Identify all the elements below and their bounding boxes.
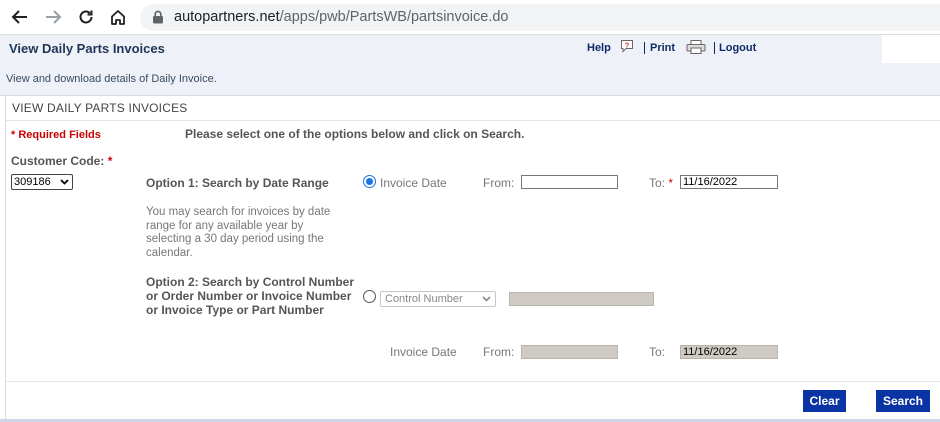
back-button[interactable]	[9, 6, 31, 28]
back-arrow-icon	[11, 10, 27, 24]
customer-code-select[interactable]: 309186	[11, 174, 73, 190]
logout-link[interactable]: Logout	[719, 42, 756, 54]
help-link[interactable]: Help	[587, 42, 611, 54]
help-icon[interactable]: ?	[620, 39, 634, 53]
option1-from-date-input[interactable]	[521, 175, 618, 189]
panel-heading: VIEW DAILY PARTS INVOICES	[6, 96, 940, 121]
search-instruction: Please select one of the options below a…	[185, 127, 525, 141]
page-header: View Daily Parts Invoices Help ? Print L…	[0, 35, 940, 63]
home-icon	[111, 10, 125, 25]
option1-from-label: From:	[483, 176, 515, 190]
link-separator	[644, 42, 645, 54]
printer-icon[interactable]	[686, 40, 706, 54]
option2-from-date-input[interactable]	[521, 345, 618, 359]
svg-text:?: ?	[625, 41, 630, 50]
url-path: /apps/pwb/PartsWB/partsinvoice.do	[279, 9, 509, 25]
browser-toolbar: autopartners.net/apps/pwb/PartsWB/partsi…	[0, 0, 940, 35]
divider	[5, 381, 940, 382]
description-band: View and download details of Daily Invoi…	[0, 63, 940, 96]
reload-icon	[79, 10, 93, 24]
option2-from-label: From:	[483, 345, 515, 359]
address-bar[interactable]: autopartners.net/apps/pwb/PartsWB/partsi…	[140, 4, 940, 31]
search-type-value: Control Number	[385, 293, 463, 305]
option2-invoice-date-label: Invoice Date	[390, 345, 457, 359]
option1-to-label: To: *	[649, 176, 673, 190]
required-mark: *	[668, 176, 674, 190]
page-title: View Daily Parts Invoices	[9, 41, 165, 56]
search-button[interactable]: Search	[876, 390, 930, 412]
lock-icon	[153, 10, 163, 24]
option1-title: Option 1: Search by Date Range	[146, 176, 329, 190]
customer-code-value: 309186	[14, 176, 51, 188]
url-text: autopartners.net/apps/pwb/PartsWB/partsi…	[174, 9, 509, 25]
home-button[interactable]	[107, 6, 129, 28]
page-description: View and download details of Daily Invoi…	[6, 73, 217, 85]
option1-to-label-text: To:	[649, 176, 666, 190]
option1-to-date-input[interactable]: 11/16/2022	[680, 175, 778, 189]
reload-button[interactable]	[75, 6, 97, 28]
search-value-input[interactable]	[509, 292, 654, 306]
option1-invoice-date-label: Invoice Date	[380, 176, 447, 190]
forward-arrow-icon	[46, 10, 62, 24]
header-gap	[882, 35, 940, 63]
forward-button[interactable]	[42, 6, 64, 28]
search-type-select[interactable]: Control Number	[380, 291, 496, 307]
chevron-down-icon	[60, 179, 69, 185]
url-host: autopartners.net	[174, 9, 280, 25]
clear-button[interactable]: Clear	[803, 390, 846, 412]
panel-heading-text: VIEW DAILY PARTS INVOICES	[12, 101, 188, 115]
option2-title: Option 2: Search by Control Number or Or…	[146, 275, 355, 317]
print-link[interactable]: Print	[650, 42, 675, 54]
option2-to-date-input[interactable]: 11/16/2022	[680, 345, 778, 359]
required-fields-note: * Required Fields	[11, 129, 101, 141]
option1-help-text: You may search for invoices by date rang…	[146, 206, 331, 259]
customer-code-label: Customer Code: *	[11, 154, 112, 168]
option1-radio[interactable]	[363, 175, 376, 188]
link-separator	[714, 42, 715, 54]
option2-to-label: To:	[649, 345, 666, 359]
customer-code-label-text: Customer Code:	[11, 154, 105, 168]
chevron-down-icon	[482, 296, 491, 302]
required-mark: *	[107, 154, 113, 168]
option2-radio[interactable]	[363, 290, 376, 303]
